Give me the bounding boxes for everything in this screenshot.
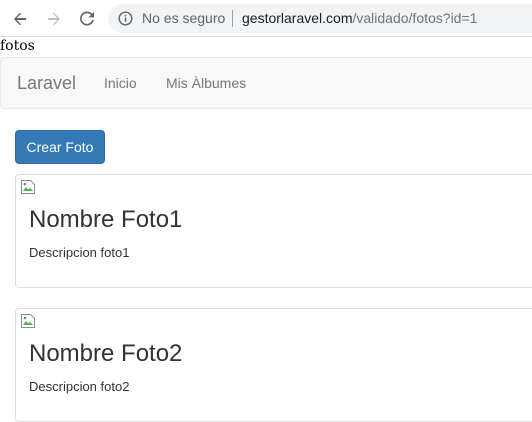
- omnibox-divider: [232, 10, 233, 27]
- reload-icon: [80, 11, 94, 26]
- photo-card: Nombre Foto2 Descripcion foto2: [15, 308, 532, 422]
- forward-button[interactable]: [42, 7, 66, 31]
- info-icon[interactable]: [118, 11, 133, 26]
- forward-arrow-icon: [48, 12, 60, 26]
- broken-image-icon: [21, 180, 35, 194]
- photo-name: Nombre Foto1: [29, 206, 183, 233]
- url-text[interactable]: gestorlaravel.com/validado/fotos?id=1: [242, 10, 477, 26]
- reload-button[interactable]: [75, 7, 99, 31]
- create-photo-button[interactable]: Crear Foto: [15, 130, 105, 164]
- back-button[interactable]: [8, 7, 32, 31]
- back-arrow-icon: [14, 12, 26, 26]
- navbar: Laravel Inicio Mis Àlbumes: [0, 57, 532, 109]
- photo-description: Descripcion foto2: [29, 379, 130, 394]
- photo-description: Descripcion foto1: [29, 245, 130, 260]
- page-title: fotos: [0, 38, 35, 54]
- photo-name: Nombre Foto2: [29, 340, 183, 367]
- browser-toolbar: No es seguro gestorlaravel.com/validado/…: [0, 0, 532, 37]
- navbar-brand[interactable]: Laravel: [17, 73, 76, 94]
- photo-card: Nombre Foto1 Descripcion foto1: [15, 174, 532, 288]
- url-path: /validado/fotos?id=1: [352, 10, 478, 26]
- url-host: gestorlaravel.com: [242, 10, 353, 26]
- address-bar[interactable]: No es seguro gestorlaravel.com/validado/…: [108, 4, 532, 33]
- nav-link-inicio[interactable]: Inicio: [104, 75, 137, 91]
- nav-link-mis-albumes[interactable]: Mis Àlbumes: [166, 75, 246, 91]
- broken-image-icon: [21, 314, 35, 328]
- security-label[interactable]: No es seguro: [142, 10, 225, 26]
